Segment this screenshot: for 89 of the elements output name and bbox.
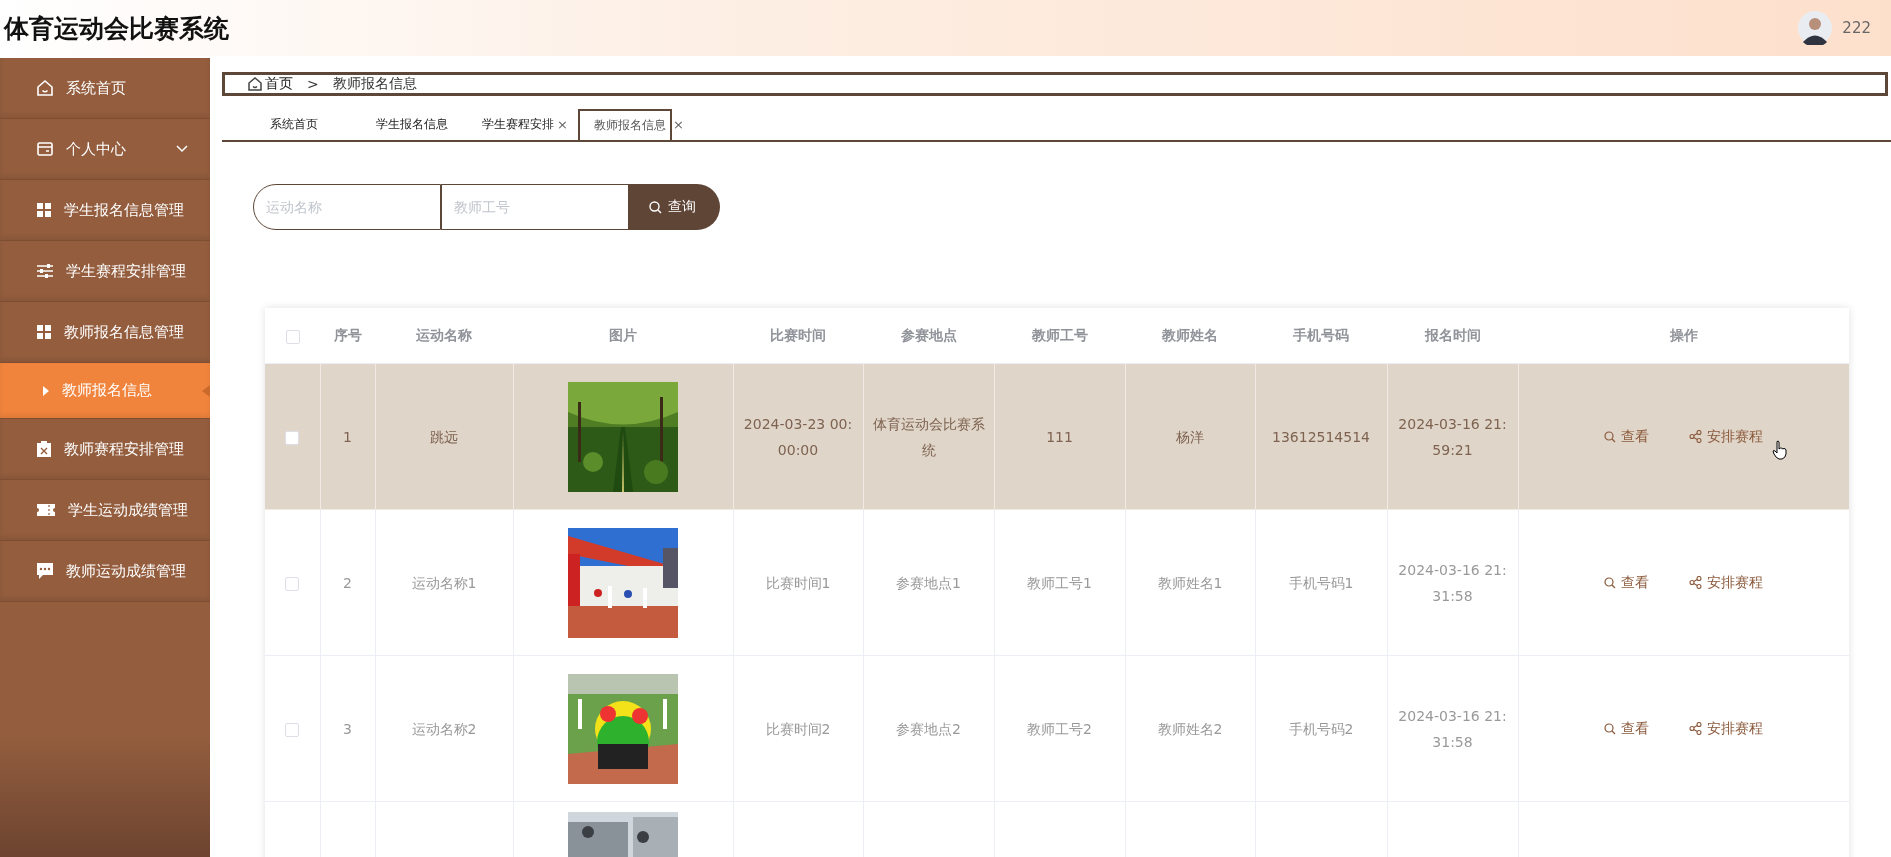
column-header: 序号 — [333, 326, 362, 343]
sidebar-item[interactable]: 系统首页 — [0, 58, 210, 119]
table-cell: 111 — [1046, 428, 1073, 445]
grid-icon — [36, 202, 52, 218]
share-icon — [1689, 576, 1703, 589]
search-icon — [1604, 576, 1617, 589]
table-cell: 比赛时间2 — [765, 720, 831, 737]
table-cell: 体育运动会比赛系统 — [872, 415, 985, 458]
share-icon — [1689, 430, 1703, 443]
table-row[interactable]: 1 跳远 2024-03-23 00:00:00 体育运动会比赛系统 111 杨洋 13612514514 2024-03-16 21:59:21 查看 安排赛程 — [265, 363, 1849, 510]
table-cell: 比赛时间1 — [765, 574, 831, 591]
sidebar-item[interactable]: 学生运动成绩管理 — [0, 480, 210, 541]
sidebar-item[interactable]: 学生报名信息管理 — [0, 180, 210, 241]
table-cell: 参赛地点1 — [896, 574, 961, 591]
view-button[interactable]: 查看 — [1604, 427, 1650, 446]
sliders-icon — [36, 263, 54, 279]
column-header: 操作 — [1669, 326, 1698, 343]
hand-cursor-icon — [1771, 439, 1788, 460]
table-cell: 2024-03-16 21:59:21 — [1398, 415, 1507, 458]
search-field[interactable]: 教师工号 — [441, 184, 629, 230]
column-header: 手机号码 — [1293, 326, 1349, 343]
share-icon — [1689, 722, 1703, 735]
column-header: 比赛时间 — [770, 326, 826, 343]
avatar-icon[interactable] — [1798, 11, 1833, 45]
column-header: 运动名称 — [416, 326, 472, 343]
close-icon[interactable]: × — [672, 117, 684, 132]
search-field[interactable]: 运动名称 — [253, 184, 441, 230]
checkbox[interactable] — [285, 329, 300, 344]
table-cell: 13612514514 — [1272, 428, 1370, 445]
sidebar-item[interactable]: 个人中心 — [0, 119, 210, 180]
search-button[interactable]: 查询 — [629, 184, 720, 230]
search-icon — [1604, 430, 1617, 443]
app-title: 体育运动会比赛系统 — [4, 12, 229, 45]
column-header: 教师工号 — [1031, 326, 1088, 343]
table-cell: 运动名称2 — [411, 720, 477, 737]
clipboard-icon — [36, 440, 52, 458]
chevron-icon[interactable] — [176, 145, 188, 153]
card-icon — [36, 140, 54, 158]
username[interactable]: 222 — [1842, 19, 1871, 37]
table-cell: 手机号码1 — [1288, 574, 1354, 591]
view-button[interactable]: 查看 — [1604, 719, 1650, 738]
tab[interactable]: 教师报名信息 — [578, 109, 672, 140]
column-header: 报名时间 — [1424, 326, 1481, 343]
table-cell: 教师姓名2 — [1157, 720, 1223, 737]
breadcrumb-separator: > — [307, 76, 319, 92]
search-icon — [649, 200, 662, 214]
checkbox[interactable] — [285, 576, 300, 591]
column-header: 参赛地点 — [900, 326, 957, 343]
sidebar-item[interactable]: 教师赛程安排管理 — [0, 419, 210, 480]
column-header: 图片 — [609, 326, 637, 343]
column-header: 教师姓名 — [1162, 326, 1218, 343]
table-cell: 杨洋 — [1176, 428, 1204, 445]
table-row[interactable]: 3 运动名称2 比赛时间2 参赛地点2 教师工号2 教师姓名2 手机号码2 2024-03-16 21:31:58 查看 安排赛程 — [265, 655, 1849, 802]
grid-icon — [36, 324, 52, 340]
table-cell: 2024-03-16 21:31:58 — [1398, 561, 1507, 604]
table-cell: 手机号码2 — [1288, 720, 1354, 737]
table-cell: 2024-03-16 21:31:58 — [1398, 707, 1507, 750]
schedule-button[interactable]: 安排赛程 — [1689, 573, 1764, 592]
table-cell: 教师工号2 — [1027, 720, 1092, 737]
ticket-icon — [36, 503, 56, 517]
table-cell: 2024-03-23 00:00:00 — [743, 415, 853, 458]
sidebar-item[interactable]: 学生赛程安排管理 — [0, 241, 210, 302]
tab[interactable]: 学生赛程安排 — [468, 109, 556, 140]
home-icon — [36, 79, 54, 97]
close-icon[interactable]: × — [556, 117, 568, 132]
checkbox[interactable] — [285, 722, 300, 737]
table-cell: 2 — [343, 574, 352, 591]
caret-icon — [42, 384, 50, 397]
table-cell: 3 — [343, 720, 352, 737]
breadcrumb-current: 教师报名信息 — [332, 75, 417, 93]
search-icon — [1604, 722, 1617, 735]
active-indicator-icon — [202, 384, 210, 397]
schedule-button[interactable]: 安排赛程 — [1689, 427, 1764, 446]
table-cell: 跳远 — [430, 428, 458, 445]
table-cell: 参赛地点2 — [896, 720, 961, 737]
tab[interactable]: 学生报名信息 — [362, 109, 450, 140]
schedule-button[interactable]: 安排赛程 — [1689, 719, 1764, 738]
table-row[interactable]: 2 运动名称1 比赛时间1 参赛地点1 教师工号1 教师姓名1 手机号码1 2024-03-16 21:31:58 查看 安排赛程 — [265, 509, 1849, 656]
tab[interactable]: 系统首页 — [256, 109, 320, 140]
table-cell: 教师工号1 — [1027, 574, 1092, 591]
home-link[interactable]: 首页 — [247, 75, 293, 93]
table-cell: 教师姓名1 — [1157, 574, 1223, 591]
sidebar-item[interactable]: 教师运动成绩管理 — [0, 541, 210, 602]
checkbox[interactable] — [285, 430, 300, 445]
view-button[interactable]: 查看 — [1604, 573, 1650, 592]
table-cell: 1 — [343, 428, 352, 445]
home-icon — [247, 76, 263, 92]
chat-icon — [36, 562, 54, 580]
table-cell: 运动名称1 — [411, 574, 477, 591]
